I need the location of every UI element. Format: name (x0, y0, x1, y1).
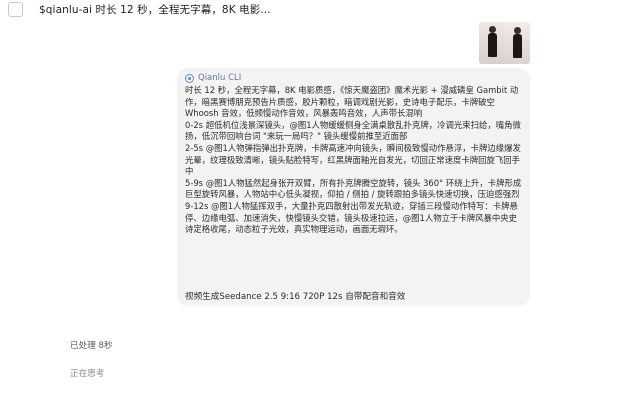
reply-paragraph-5-9s: 5-9s @图1人物猛然起身张开双臂，所有扑克牌腾空旋转，镜头 360° 环绕上… (185, 177, 522, 200)
thinking-status: 正在思考 (70, 369, 105, 379)
reply-paragraph-2-5s: 2-5s @图1人物弹指弹出扑克牌，卡牌高速冲向镜头，瞬间极致慢动作悬浮，卡牌边… (185, 142, 521, 177)
reply-paragraph-9-12s: 9-12s @图1人物猛挥双手，大量扑克四散射出带发光轨迹，穿插三段慢动作特写：… (185, 200, 518, 235)
agent-header: Qianlu CLI (185, 73, 241, 83)
agent-icon (185, 73, 194, 83)
reference-image-1[interactable] (479, 22, 505, 64)
user-prompt-text: $qianlu-ai 时长 12 秒，全程无字幕，8K 电影... (39, 4, 271, 16)
prompt-row: $qianlu-ai 时长 12 秒，全程无字幕，8K 电影... (0, 0, 633, 22)
reply-body: 时长 12 秒，全程无字幕，8K 电影质感，《惊天魔盗团》魔术光影 + 漫威磷皇… (185, 85, 525, 236)
select-checkbox[interactable] (8, 2, 23, 17)
reply-paragraph-intro: 时长 12 秒，全程无字幕，8K 电影质感，《惊天魔盗团》魔术光影 + 漫威磷皇… (185, 85, 519, 119)
reply-paragraph-0-2s: 0-2s 超低机位浅景深镜头，@图1人物缓缓侧身全满桌散乱扑克牌，冷调光束扫给，… (185, 119, 521, 142)
processed-status: 已处理 8秒 (70, 341, 113, 351)
reference-image-2[interactable] (504, 22, 530, 64)
video-generation-spec: 视频生成Seedance 2.5 9:16 720P 12s 自带配音和音效 (185, 292, 406, 302)
assistant-reply-card: Qianlu CLI 时长 12 秒，全程无字幕，8K 电影质感，《惊天魔盗团》… (177, 68, 530, 306)
agent-name: Qianlu CLI (198, 73, 242, 83)
reference-image-thumbnails[interactable] (479, 22, 530, 64)
